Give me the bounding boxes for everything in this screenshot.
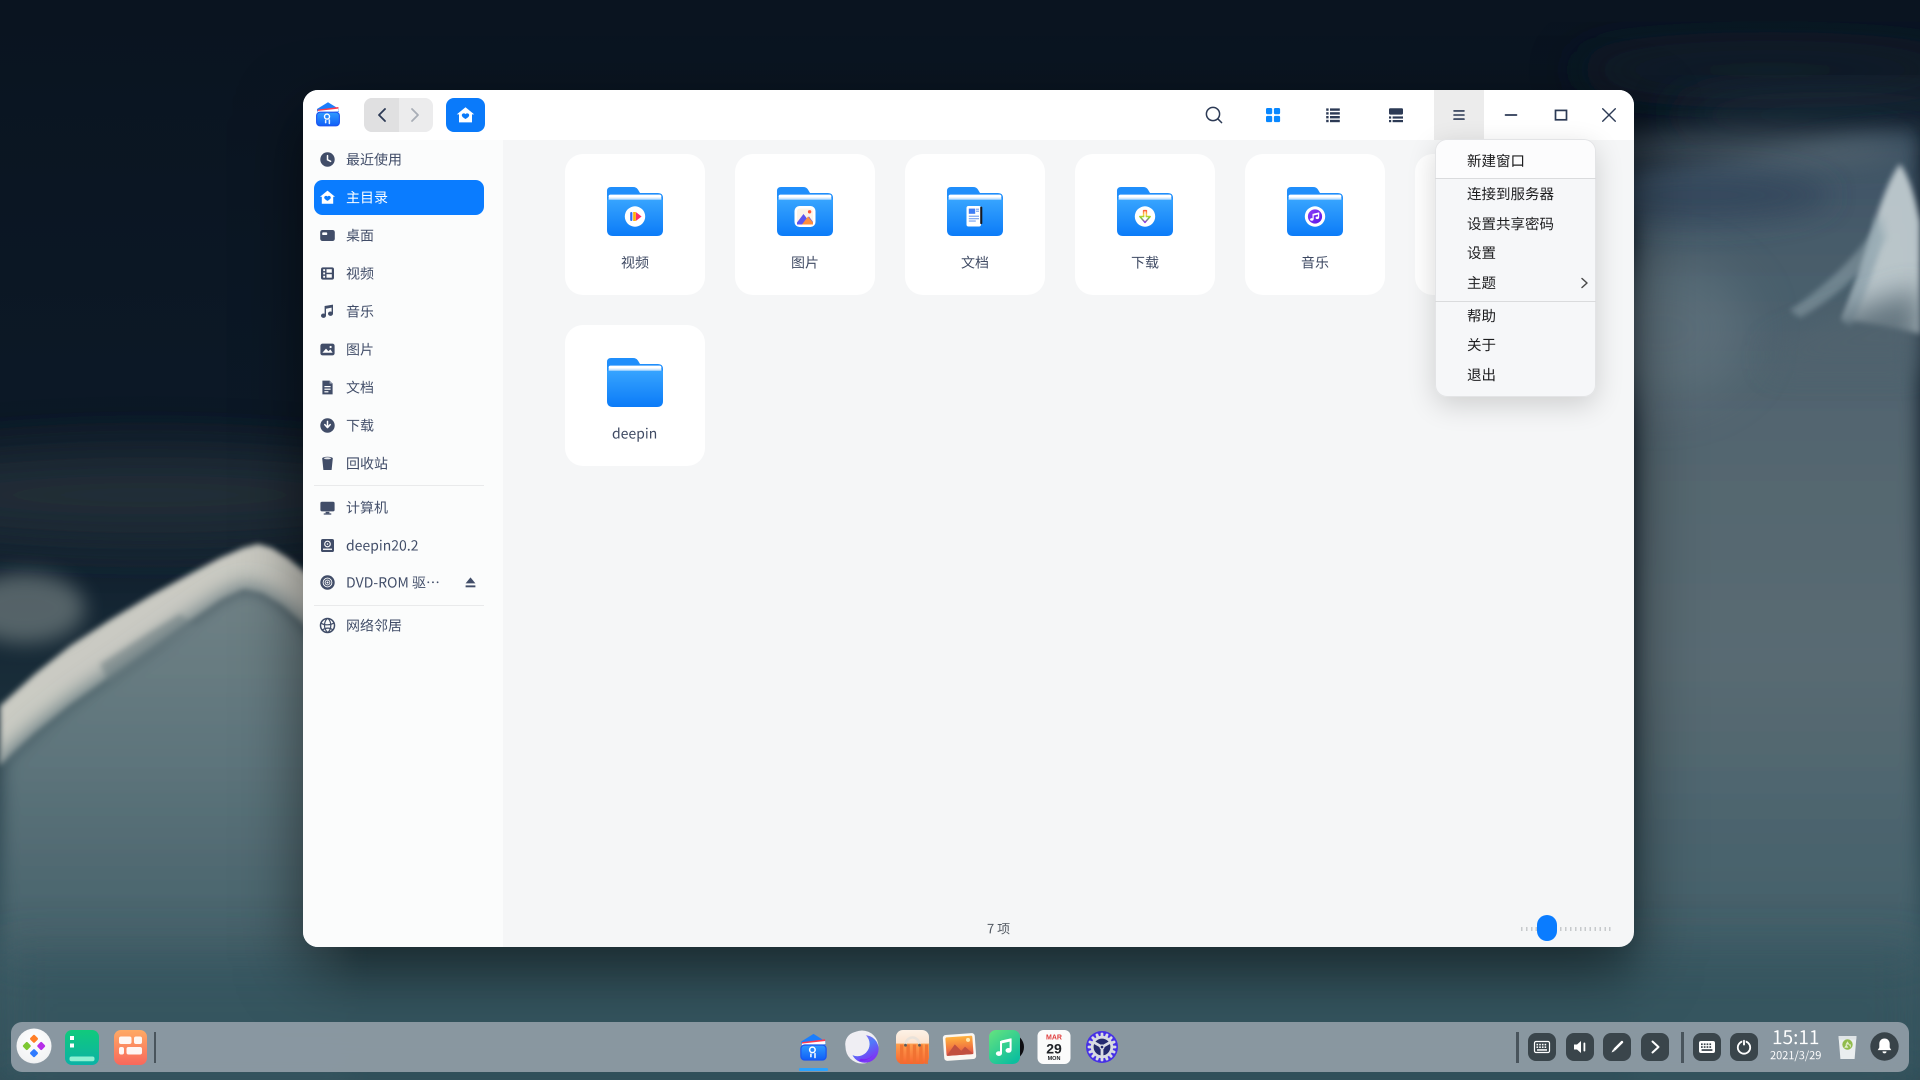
svg-text:29: 29 — [1046, 1041, 1062, 1057]
svg-text:MON: MON — [1048, 1056, 1061, 1062]
